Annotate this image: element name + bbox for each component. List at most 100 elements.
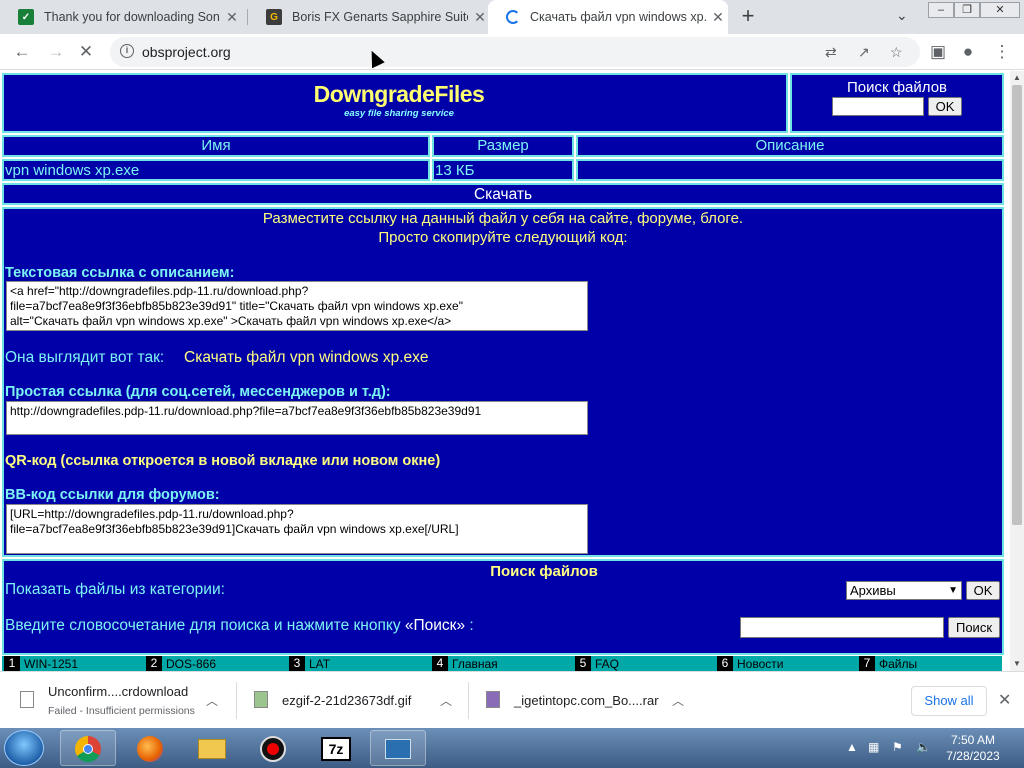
archive-file-icon — [486, 691, 500, 708]
download-item-rar[interactable]: _igetintopc.com_Bo....rar ︿ — [466, 672, 700, 729]
nav-item-dos866[interactable]: 2 DOS-866 — [146, 656, 216, 671]
file-icon — [20, 691, 34, 708]
taskbar-video[interactable] — [370, 730, 426, 766]
nav-item-news[interactable]: 6 Новости — [717, 656, 783, 671]
translate-icon[interactable]: ⇄ — [825, 44, 837, 61]
restore-button[interactable]: ❐ — [954, 2, 980, 18]
download-item-gif[interactable]: ezgif-2-21d23673df.gif ︿ — [234, 672, 468, 729]
system-clock[interactable]: 7:50 AM 7/28/2023 — [938, 732, 1008, 764]
tab-title: Thank you for downloading Sony — [44, 10, 220, 24]
nav-item-files[interactable]: 7 Файлы — [859, 656, 917, 671]
share-intro-line2: Просто скопируйте следующий код: — [378, 229, 628, 246]
image-file-icon — [254, 691, 268, 708]
scrollbar-thumb[interactable] — [1012, 85, 1022, 525]
address-bar[interactable]: i obsproject.org ⇄ ↗ ☆ — [110, 37, 920, 67]
share-intro-line1: Разместите ссылку на данный файл у себя … — [262, 210, 744, 227]
header-search-input[interactable] — [832, 97, 924, 116]
scroll-up-icon[interactable]: ▲ — [1010, 71, 1024, 85]
chevron-up-icon[interactable]: ︿ — [672, 692, 684, 709]
col-desc-header: Описание — [576, 135, 1004, 157]
network-icon[interactable]: ▦ — [868, 740, 879, 754]
flag-icon[interactable]: ⚑ — [892, 740, 903, 754]
file-size-cell: 13 КБ — [432, 159, 574, 181]
logo-cell: DowngradeFiles easy file sharing service — [2, 73, 788, 133]
windows-taskbar: 7z ▲ ▦ ⚑ 🔈 7:50 AM 7/28/2023 — [0, 728, 1024, 768]
stop-loading-icon[interactable]: ✕ — [76, 42, 96, 62]
taskbar-chrome[interactable] — [60, 730, 116, 766]
close-icon[interactable]: ✕ — [710, 9, 726, 25]
search-phrase-input[interactable] — [740, 617, 944, 638]
bb-code-field[interactable]: [URL=http://downgradefiles.pdp-11.ru/dow… — [6, 504, 588, 554]
web-page: DowngradeFiles easy file sharing service… — [0, 71, 1010, 671]
text-link-code-field[interactable]: <a href="http://downgradefiles.pdp-11.ru… — [6, 281, 588, 331]
category-select[interactable]: Архивы ▼ — [846, 581, 962, 600]
close-icon[interactable]: ✕ — [224, 9, 240, 25]
profile-icon[interactable]: ● — [958, 42, 978, 62]
genarts-icon: G — [266, 9, 282, 25]
window-close-button[interactable]: ✕ — [980, 2, 1020, 18]
header-search-title: Поиск файлов — [846, 79, 948, 96]
loading-spinner-icon — [506, 10, 520, 24]
scroll-down-icon[interactable]: ▼ — [1010, 657, 1024, 671]
nav-item-lat[interactable]: 3 LAT — [289, 656, 330, 671]
share-section: Разместите ссылку на данный файл у себя … — [2, 207, 1004, 557]
col-name-header: Имя — [2, 135, 430, 157]
firefox-icon — [137, 736, 163, 762]
close-icon[interactable]: ✕ — [998, 690, 1011, 710]
chevron-down-icon[interactable]: ⌄ — [896, 7, 908, 24]
download-shelf: Unconfirm....crdownload Failed - Insuffi… — [0, 671, 1024, 728]
nav-item-win1251[interactable]: 1 WIN-1251 — [4, 656, 78, 671]
taskbar-explorer[interactable] — [184, 730, 240, 766]
nav-item-faq[interactable]: 5 FAQ — [575, 656, 619, 671]
chevron-up-icon[interactable]: ︿ — [206, 692, 218, 709]
site-logo[interactable]: DowngradeFiles — [309, 81, 489, 108]
header-ok-button[interactable]: OK — [928, 97, 962, 116]
bottom-navigation: 1 WIN-1251 2 DOS-866 3 LAT 4 Главная 5 FAQ 6Н… — [2, 656, 1002, 671]
new-tab-button[interactable]: + — [737, 5, 759, 27]
page-scrollbar[interactable]: ▲ ▼ — [1010, 71, 1024, 671]
volume-icon[interactable]: 🔈 — [916, 740, 931, 754]
7zip-icon: 7z — [321, 737, 351, 761]
info-icon[interactable]: i — [120, 44, 134, 58]
minimize-button[interactable]: – — [928, 2, 954, 18]
chevron-up-icon[interactable]: ︿ — [440, 692, 452, 709]
search-button[interactable]: Поиск — [948, 617, 1000, 638]
simple-link-field[interactable]: http://downgradefiles.pdp-11.ru/download… — [6, 401, 588, 435]
film-icon — [385, 739, 411, 759]
tab-title: Скачать файл vpn windows xp.e — [530, 10, 706, 24]
taskbar-firefox[interactable] — [122, 730, 178, 766]
url-text: obsproject.org — [142, 44, 231, 60]
forward-arrow-icon[interactable]: → — [46, 42, 66, 62]
download-item-crdownload[interactable]: Unconfirm....crdownload Failed - Insuffi… — [0, 672, 234, 729]
download-link[interactable]: Скачать — [4, 186, 1002, 204]
menu-icon[interactable]: ⋮ — [992, 42, 1012, 62]
looks-like-label: Она выглядит вот так: — [5, 349, 165, 366]
show-all-button[interactable]: Show all — [911, 686, 987, 716]
back-arrow-icon[interactable]: ← — [12, 42, 32, 62]
looks-like-link[interactable]: Скачать файл vpn windows xp.exe — [184, 349, 429, 367]
checkmark-icon: ✓ — [18, 9, 34, 25]
tray-arrow-icon[interactable]: ▲ — [846, 740, 858, 754]
tab-boris[interactable]: G Boris FX Genarts Sapphire Suite ✕ — [248, 0, 488, 34]
browser-toolbar: ← → ✕ i obsproject.org ⇄ ↗ ☆ ▣ ● ⋮ — [0, 34, 1024, 70]
nav-item-home[interactable]: 4 Главная — [432, 656, 498, 671]
file-name-cell: vpn windows xp.exe — [2, 159, 430, 181]
tab-sony[interactable]: ✓ Thank you for downloading Sony ✕ — [0, 0, 246, 34]
qr-code-link[interactable]: QR-код (ссылка откроется в новой вкладке… — [5, 453, 440, 469]
search-section: Поиск файлов Показать файлы из категории… — [2, 559, 1004, 655]
search-section-title: Поиск файлов — [490, 563, 598, 580]
taskbar-7zip[interactable]: 7z — [308, 730, 364, 766]
download-cell: Скачать — [2, 183, 1004, 205]
tab-active[interactable]: Скачать файл vpn windows xp.e ✕ — [488, 0, 728, 34]
folder-icon — [198, 739, 226, 759]
taskbar-recorder[interactable] — [246, 730, 302, 766]
category-label: Показать файлы из категории: — [5, 581, 225, 598]
close-icon[interactable]: ✕ — [472, 9, 488, 25]
chevron-down-icon: ▼ — [948, 585, 958, 596]
start-button[interactable] — [4, 730, 44, 766]
star-icon[interactable]: ☆ — [890, 44, 903, 61]
sidepanel-icon[interactable]: ▣ — [928, 42, 948, 62]
category-ok-button[interactable]: OK — [966, 581, 1000, 600]
share-icon[interactable]: ↗ — [858, 44, 870, 61]
text-link-label: Текстовая ссылка с описанием: — [5, 265, 235, 281]
